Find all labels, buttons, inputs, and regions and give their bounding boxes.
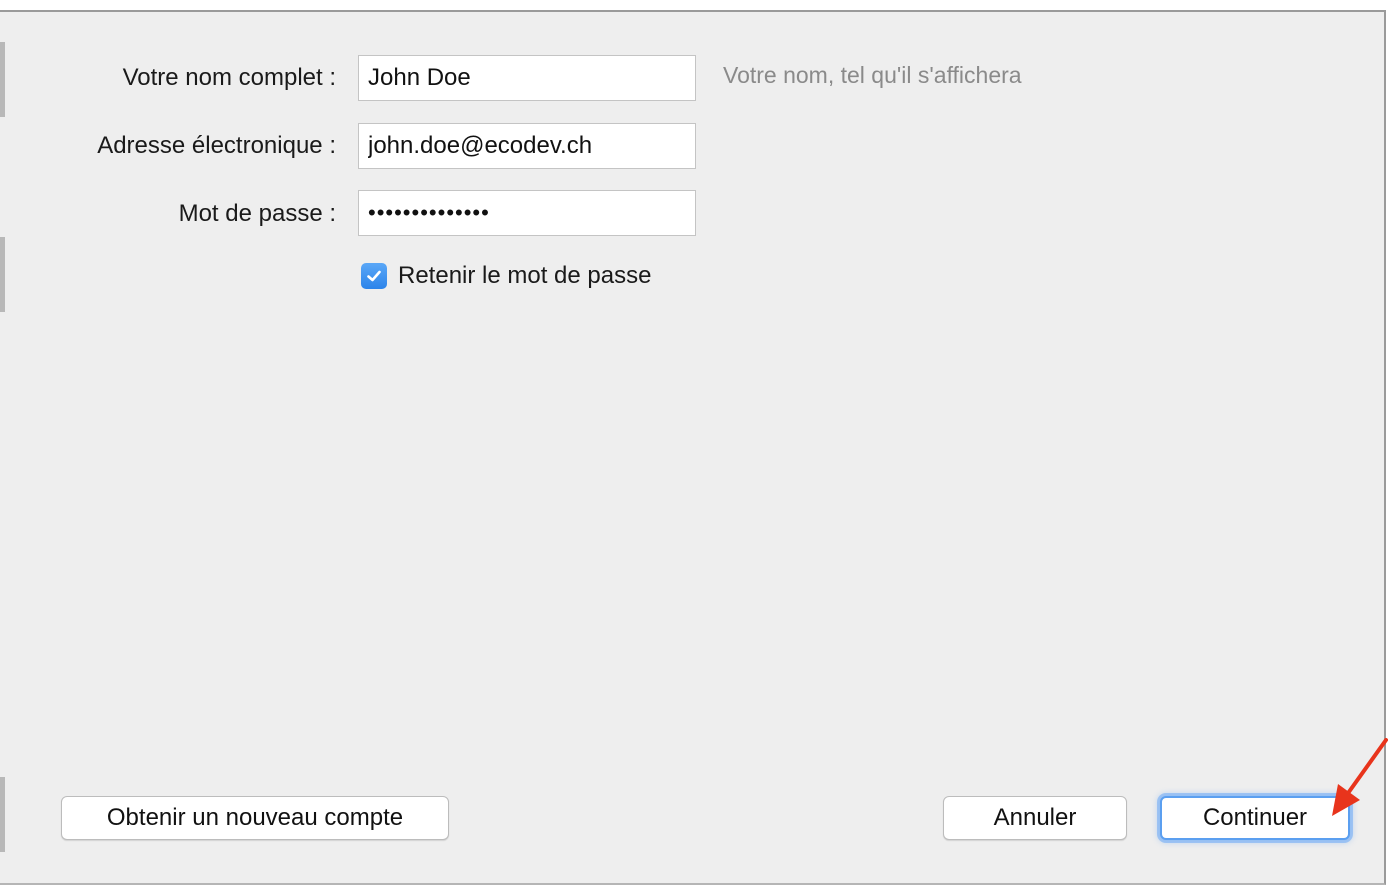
checkmark-icon[interactable] [361,263,387,289]
cancel-button[interactable]: Annuler [943,796,1127,840]
edge-mark [0,237,5,312]
full-name-field[interactable] [358,55,696,101]
new-account-button[interactable]: Obtenir un nouveau compte [61,796,449,840]
red-arrow-icon [1332,738,1388,816]
remember-password-label: Retenir le mot de passe [398,262,652,289]
top-strip [0,0,1388,10]
edge-mark [0,777,5,852]
edge-mark [0,42,5,117]
remember-password-checkbox[interactable]: Retenir le mot de passe [361,262,651,290]
email-field[interactable] [358,123,696,169]
email-label: Adresse électronique : [97,132,336,159]
password-label: Mot de passe : [178,200,336,227]
full-name-hint: Votre nom, tel qu'il s'affichera [723,62,1022,88]
full-name-label: Votre nom complet : [122,64,336,91]
password-field[interactable] [358,190,696,236]
